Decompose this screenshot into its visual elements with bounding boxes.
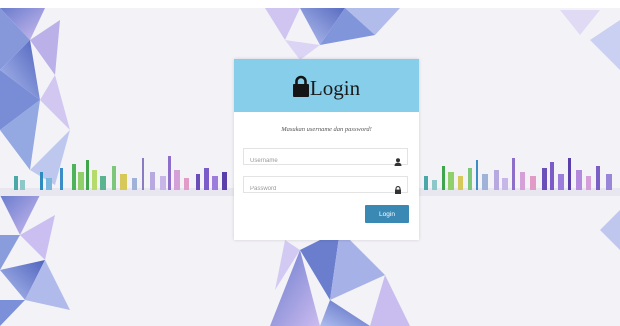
login-hint: Masukan username dan password!	[281, 126, 372, 133]
lock-icon	[292, 75, 309, 97]
lock-icon	[394, 181, 402, 194]
password-field[interactable]	[243, 176, 408, 197]
login-header: Login	[234, 59, 419, 112]
login-button[interactable]: Login	[365, 205, 409, 223]
username-field[interactable]	[243, 148, 408, 169]
username-input[interactable]	[244, 153, 390, 169]
login-title: Login	[309, 75, 361, 100]
password-input[interactable]	[244, 181, 390, 197]
login-panel: Login Masukan username dan password! Log…	[234, 59, 419, 240]
user-icon	[394, 153, 402, 166]
